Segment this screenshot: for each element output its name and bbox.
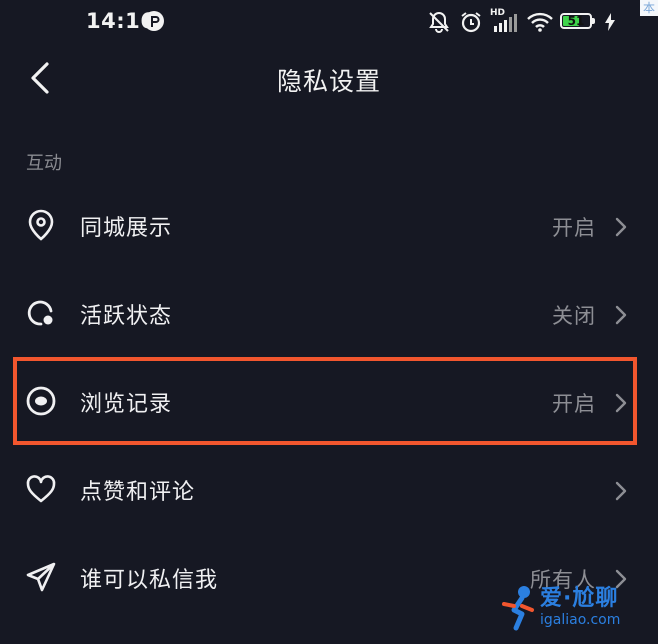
setting-nearby-display[interactable]: 同城展示 开启 bbox=[0, 182, 658, 270]
chevron-right-icon bbox=[615, 217, 627, 237]
chevron-right-icon bbox=[615, 481, 627, 501]
eye-icon bbox=[24, 384, 58, 418]
mute-bell-icon bbox=[426, 10, 452, 34]
setting-label: 谁可以私信我 bbox=[80, 568, 219, 593]
hd-signal-icon: HD bbox=[490, 8, 520, 34]
setting-value: 关闭 bbox=[552, 304, 596, 328]
setting-likes-and-comments[interactable]: 点赞和评论 bbox=[0, 446, 658, 534]
setting-activity-status[interactable]: 活跃状态 关闭 bbox=[0, 270, 658, 358]
setting-browsing-history[interactable]: 浏览记录 开启 bbox=[0, 358, 658, 446]
status-icons: HD 51 bbox=[426, 8, 616, 35]
setting-label: 同城展示 bbox=[80, 216, 173, 241]
status-bar: 14:16 HD 51 本 bbox=[0, 0, 658, 44]
watermark-figure-icon bbox=[502, 586, 534, 631]
battery-level: 51 bbox=[567, 14, 585, 28]
battery-icon: 51 bbox=[560, 13, 598, 31]
charging-icon bbox=[604, 12, 616, 32]
settings-list: 同城展示 开启 活跃状态 关闭 浏览记录 开启 点赞和评论 谁可以私信我 所有人 bbox=[0, 182, 658, 622]
setting-label: 浏览记录 bbox=[80, 392, 173, 417]
location-pin-icon bbox=[24, 208, 58, 242]
chevron-right-icon bbox=[615, 305, 627, 325]
watermark-text: 爱·尬聊 bbox=[540, 586, 619, 611]
alarm-icon bbox=[458, 10, 484, 34]
section-title: 互动 bbox=[26, 153, 62, 174]
heart-icon bbox=[24, 472, 58, 506]
setting-value: 开启 bbox=[552, 216, 596, 240]
chevron-right-icon bbox=[615, 393, 627, 413]
setting-label: 点赞和评论 bbox=[80, 480, 196, 505]
wifi-icon bbox=[526, 11, 554, 33]
nav-bar: 隐私设置 bbox=[0, 48, 658, 108]
corner-text: 本 bbox=[639, 0, 658, 16]
app-notification-icon bbox=[143, 10, 165, 32]
watermark: 爱·尬聊 igaliao.com bbox=[500, 578, 650, 638]
send-icon bbox=[24, 560, 58, 594]
setting-label: 活跃状态 bbox=[80, 304, 173, 329]
setting-value: 开启 bbox=[552, 392, 596, 416]
watermark-url: igaliao.com bbox=[540, 612, 621, 628]
activity-status-icon bbox=[24, 296, 58, 330]
page-title: 隐私设置 bbox=[276, 67, 381, 96]
